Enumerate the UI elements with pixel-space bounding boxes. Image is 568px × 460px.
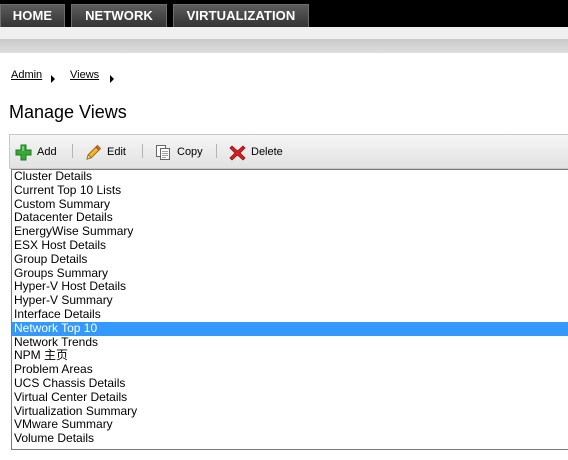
breadcrumb-arrow-icon[interactable]	[110, 75, 114, 83]
copy-button[interactable]: Copy	[155, 142, 203, 162]
list-item[interactable]: UCS Chassis Details	[12, 376, 568, 391]
list-item[interactable]: Group Details	[12, 252, 568, 267]
list-item[interactable]: EnergyWise Summary	[12, 224, 568, 239]
plus-icon	[15, 144, 32, 160]
list-item[interactable]: Virtual Center Details	[12, 390, 568, 405]
toolbar-divider	[216, 144, 217, 158]
list-item[interactable]: Problem Areas	[12, 362, 568, 377]
list-item[interactable]: Hyper-V Host Details	[12, 280, 568, 294]
header-divider	[0, 39, 568, 53]
list-item[interactable]: ESX Host Details	[12, 238, 568, 253]
list-item[interactable]: Cluster Details	[12, 170, 568, 184]
tab-home[interactable]: HOME	[0, 4, 65, 27]
breadcrumb-views-link[interactable]: Views	[70, 69, 99, 81]
copy-icon	[156, 144, 170, 160]
views-listbox[interactable]: Cluster Details Current Top 10 Lists Custo…	[11, 169, 568, 450]
delete-button[interactable]: Delete	[229, 142, 283, 162]
list-item[interactable]: VMware Summary	[12, 418, 568, 432]
list-item[interactable]: Network Top 10	[12, 321, 568, 336]
list-item[interactable]: Interface Details	[12, 307, 568, 322]
list-item[interactable]: Virtualization Summary	[12, 404, 568, 419]
list-item[interactable]: Custom Summary	[12, 197, 568, 212]
delete-x-icon	[229, 144, 246, 161]
toolbar: Add Edit Copy Delete	[9, 134, 568, 169]
list-item[interactable]: NPM 主页	[12, 349, 568, 363]
list-item[interactable]: Hyper-V Summary	[12, 293, 568, 308]
list-item[interactable]: Network Trends	[12, 335, 568, 350]
breadcrumb-admin-link[interactable]: Admin	[11, 69, 42, 81]
top-nav-bar: HOME NETWORK VIRTUALIZATION	[0, 0, 568, 27]
list-item[interactable]: Datacenter Details	[12, 211, 568, 225]
sub-nav-band	[0, 27, 568, 39]
pencil-icon	[86, 144, 102, 160]
page-title: Manage Views	[9, 102, 127, 122]
edit-label: Edit	[107, 146, 126, 158]
edit-button[interactable]: Edit	[85, 142, 126, 162]
breadcrumb-arrow-icon[interactable]	[51, 75, 55, 83]
delete-label: Delete	[251, 146, 283, 158]
add-label: Add	[37, 146, 57, 158]
toolbar-divider	[142, 144, 143, 158]
add-button[interactable]: Add	[15, 142, 57, 162]
list-item[interactable]: Current Top 10 Lists	[12, 183, 568, 198]
copy-label: Copy	[177, 146, 203, 158]
tab-virtualization[interactable]: VIRTUALIZATION	[173, 4, 309, 27]
list-item[interactable]: Volume Details	[12, 431, 568, 446]
toolbar-divider	[72, 144, 73, 158]
list-item[interactable]: Groups Summary	[12, 266, 568, 281]
tab-network[interactable]: NETWORK	[71, 4, 167, 27]
